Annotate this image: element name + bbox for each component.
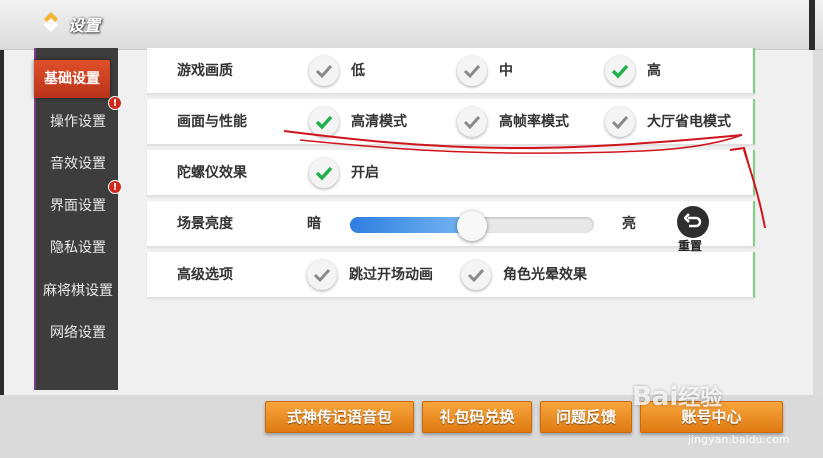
check-icon — [467, 268, 485, 283]
account-center-button[interactable]: 账号中心 — [640, 401, 783, 433]
check-icon — [611, 115, 629, 130]
checkbox-unchecked[interactable] — [461, 260, 491, 290]
setting-row-graphics-quality: 游戏画质 低 中 高 — [147, 48, 755, 94]
option-label: 高清模式 — [351, 114, 407, 130]
brightness-dark-label: 暗 — [307, 216, 321, 232]
option-label: 开启 — [351, 165, 379, 181]
check-icon — [463, 115, 481, 130]
frame-edge — [813, 50, 823, 395]
setting-row-brightness: 场景亮度 暗 亮 重置 — [147, 201, 755, 253]
title-bar: 设置 — [0, 0, 823, 50]
close-handle[interactable] — [809, 0, 815, 50]
row-label: 画面与性能 — [177, 114, 247, 130]
sidebar-item-label: 隐私设置 — [50, 240, 106, 256]
slider-fill — [350, 217, 472, 233]
checkbox-checked[interactable] — [605, 56, 635, 86]
checkbox-checked[interactable] — [309, 158, 339, 188]
setting-row-advanced: 高级选项 跳过开场动画 角色光晕效果 — [147, 252, 755, 298]
row-label: 游戏画质 — [177, 63, 233, 79]
checkbox-checked[interactable] — [309, 107, 339, 137]
option-label: 角色光晕效果 — [503, 267, 587, 283]
row-label: 场景亮度 — [177, 216, 233, 232]
sidebar-item-privacy[interactable]: 隐私设置 — [36, 227, 120, 269]
bottom-bar: 式神传记语音包 礼包码兑换 问题反馈 账号中心 — [0, 395, 823, 458]
option-label: 高 — [647, 63, 661, 79]
option-label: 跳过开场动画 — [349, 267, 433, 283]
frame-edge — [0, 50, 4, 395]
checkbox-unchecked[interactable] — [457, 56, 487, 86]
sidebar-item-label: 界面设置 — [50, 198, 106, 214]
sidebar-item-controls[interactable]: 操作设置 — [36, 101, 120, 143]
notification-badge: ! — [108, 180, 122, 194]
checkbox-unchecked[interactable] — [307, 260, 337, 290]
sidebar-item-label: 麻将棋设置 — [43, 283, 113, 299]
feedback-button[interactable]: 问题反馈 — [540, 401, 632, 433]
notification-badge: ! — [108, 96, 122, 110]
row-label: 陀螺仪效果 — [177, 165, 247, 181]
gift-code-button[interactable]: 礼包码兑换 — [422, 401, 532, 433]
sidebar-item-label: 基础设置 — [44, 71, 100, 87]
voice-pack-button[interactable]: 式神传记语音包 — [265, 401, 414, 433]
undo-icon — [684, 213, 702, 228]
option-label: 高帧率模式 — [499, 114, 569, 130]
check-icon — [313, 268, 331, 283]
reset-button[interactable] — [677, 206, 709, 238]
check-icon — [315, 166, 333, 181]
checkbox-unchecked[interactable] — [457, 107, 487, 137]
sidebar-item-label: 音效设置 — [50, 156, 106, 172]
sidebar-item-basic[interactable]: 基础设置 — [34, 60, 110, 98]
sidebar-item-network[interactable]: 网络设置 — [36, 312, 120, 354]
check-icon — [315, 64, 333, 79]
sidebar-item-interface[interactable]: 界面设置 — [36, 185, 120, 227]
check-icon — [611, 64, 629, 79]
settings-content: 游戏画质 低 中 高 画面与性能 高清模式 高帧率模式 大厅省电模式 陀螺仪效果… — [147, 48, 755, 300]
settings-sidebar: 基础设置 操作设置 音效设置 界面设置 隐私设置 麻将棋设置 网络设置 — [34, 48, 118, 390]
sidebar-item-label: 操作设置 — [50, 114, 106, 130]
sidebar-item-audio[interactable]: 音效设置 — [36, 143, 120, 185]
window-title: 设置 — [68, 16, 101, 35]
row-label: 高级选项 — [177, 267, 233, 283]
settings-diamond-icon — [43, 12, 59, 33]
slider-thumb[interactable] — [457, 211, 487, 241]
option-label: 中 — [499, 63, 513, 79]
checkbox-unchecked[interactable] — [309, 56, 339, 86]
check-icon — [463, 64, 481, 79]
brightness-slider[interactable] — [350, 211, 594, 241]
check-icon — [315, 115, 333, 130]
brightness-bright-label: 亮 — [622, 216, 636, 232]
checkbox-unchecked[interactable] — [605, 107, 635, 137]
option-label: 大厅省电模式 — [647, 114, 731, 130]
option-label: 低 — [351, 63, 365, 79]
sidebar-item-mahjong[interactable]: 麻将棋设置 — [36, 270, 120, 312]
setting-row-gyroscope: 陀螺仪效果 开启 — [147, 150, 755, 196]
setting-row-performance: 画面与性能 高清模式 高帧率模式 大厅省电模式 — [147, 99, 755, 145]
sidebar-item-label: 网络设置 — [50, 325, 106, 341]
